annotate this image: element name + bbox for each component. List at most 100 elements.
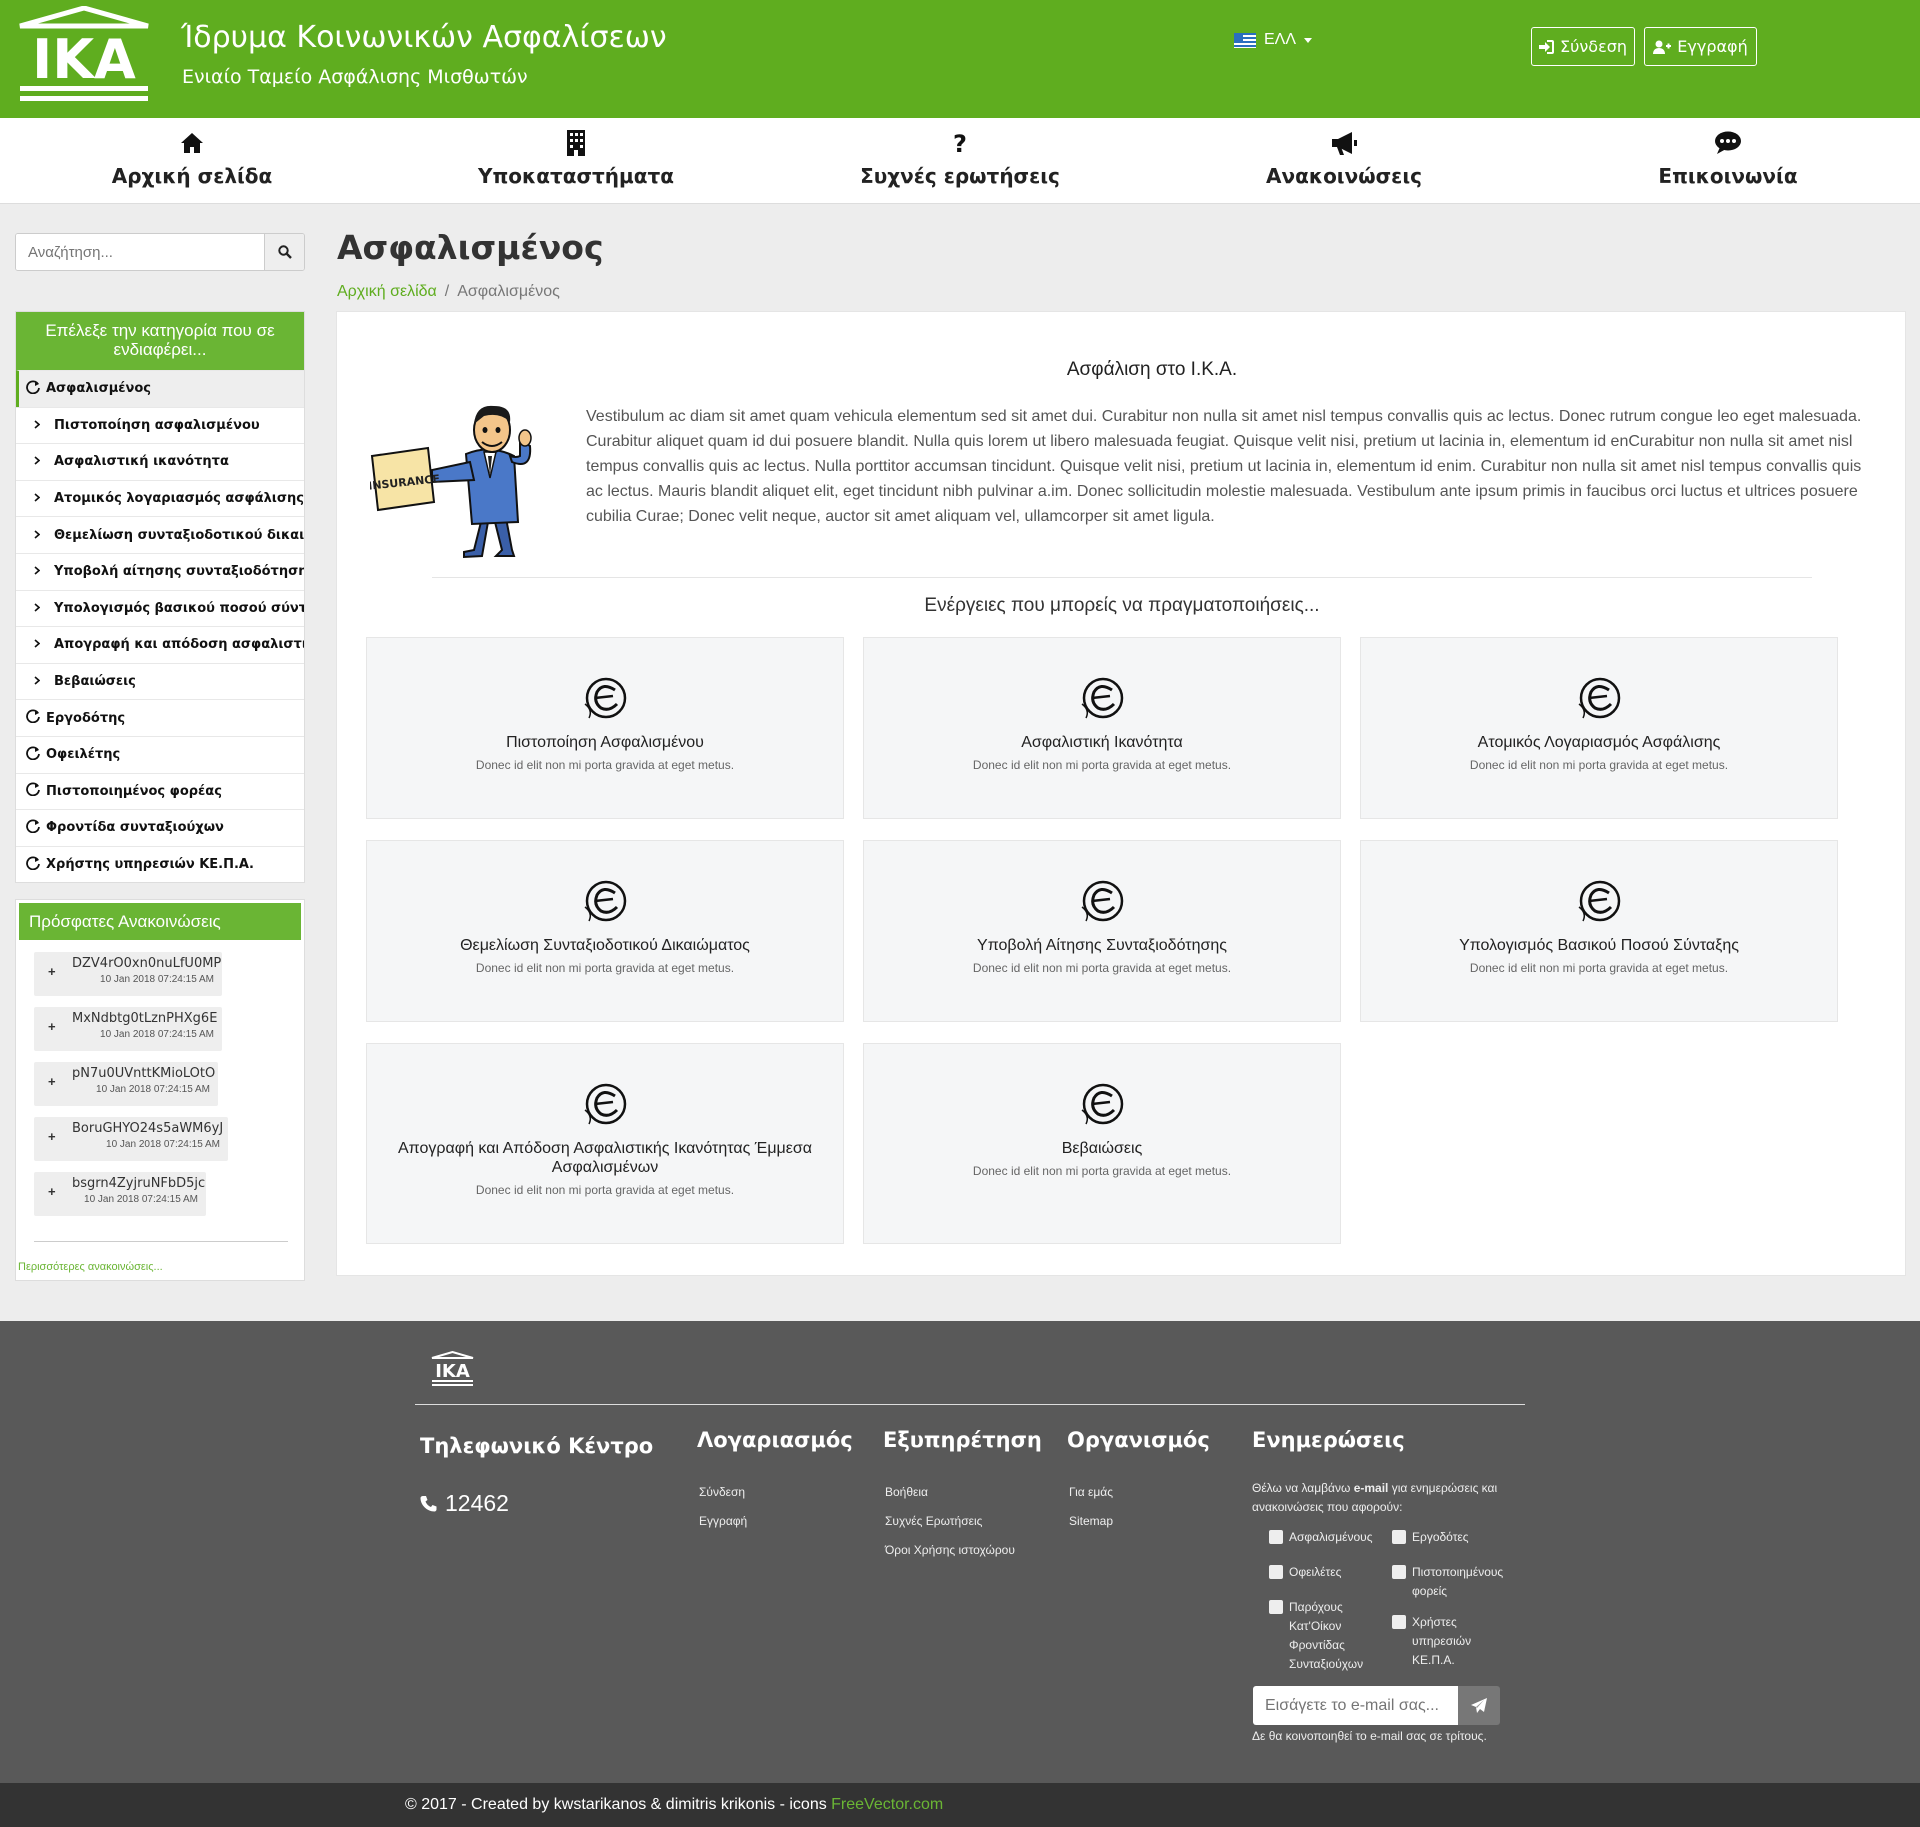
freevector-link[interactable]: FreeVector.com [831, 1796, 943, 1813]
subscribe-button[interactable] [1458, 1686, 1500, 1725]
footer-link-register[interactable]: Εγγραφή [699, 1514, 747, 1528]
user-plus-icon [1653, 40, 1672, 54]
language-selector[interactable]: ΕΛΛ [1234, 31, 1313, 49]
service-heading: Εξυπηρέτηση [883, 1428, 1042, 1452]
chevron-right-icon [34, 637, 41, 652]
action-e-icon [864, 1044, 1340, 1133]
checkbox[interactable] [1269, 1565, 1283, 1579]
category-item[interactable]: Πιστοποιημένος φορέας [16, 772, 304, 810]
search-input[interactable] [16, 234, 264, 270]
category-item[interactable]: Πιστοποίηση ασφαλισμένου [16, 406, 304, 444]
action-title: Υποβολή Αίτησης Συνταξιοδότησης [977, 937, 1227, 954]
nav-item-home[interactable]: Αρχική σελίδα [0, 130, 384, 188]
announcement-item[interactable]: + DZV4rO0xn0nuLfU0MP 10 Jan 2018 07:24:15 … [34, 952, 222, 996]
ika-logo[interactable]: IKA [16, 6, 152, 104]
svg-text:?: ? [953, 131, 967, 155]
action-e-icon [864, 638, 1340, 727]
checkbox-kepa-users[interactable]: Χρήστες υπηρεσιών ΚΕ.Π.Α. [1392, 1613, 1492, 1670]
divider [34, 1241, 288, 1242]
page-title: Ασφαλισμένος [337, 228, 604, 267]
footer-link-sitemap[interactable]: Sitemap [1069, 1514, 1113, 1528]
category-item[interactable]: Φροντίδα συνταξιούχων [16, 809, 304, 846]
category-item[interactable]: Χρήστης υπηρεσιών ΚΕ.Π.Α. [16, 845, 304, 883]
checkbox-insured[interactable]: Ασφαλισμένους [1269, 1528, 1387, 1547]
site-subtitle: Ενιαίο Ταμείο Ασφάλισης Μισθωτών [182, 66, 528, 88]
language-label: ΕΛΛ [1264, 31, 1297, 48]
main-nav: Αρχική σελίδα Υποκαταστήματα ? Συχνές ερ… [0, 118, 1920, 204]
divider [432, 577, 1812, 578]
checkbox[interactable] [1269, 1530, 1283, 1544]
announcement-item[interactable]: + pN7u0UVnttKMioLOtO 10 Jan 2018 07:24:15 … [34, 1062, 218, 1106]
action-card[interactable]: Ατομικός Λογαριασμός Ασφάλισης Donec id e… [1360, 637, 1838, 819]
action-e-icon [1361, 638, 1837, 727]
footer-link-terms[interactable]: Όροι Χρήσης ιστοχώρου [885, 1543, 1015, 1557]
footer-ika-logo[interactable]: IKA [430, 1351, 475, 1387]
checkbox-label: Πιστοποιημένους φορείς [1412, 1565, 1504, 1598]
category-item[interactable]: Εργοδότης [16, 699, 304, 736]
category-item[interactable]: Ατομικός λογαριασμός ασφάλισης [16, 479, 304, 517]
refresh-circle-icon [26, 819, 40, 837]
footer-link-faq[interactable]: Συχνές Ερωτήσεις [885, 1514, 982, 1528]
nav-item-announcements[interactable]: Ανακοινώσεις [1152, 130, 1536, 188]
actions-title: Ενέργειες που μπορείς να πραγματοποιήσει… [924, 595, 1320, 616]
nav-item-faq[interactable]: ? Συχνές ερωτήσεις [768, 130, 1152, 188]
refresh-circle-icon [26, 855, 40, 874]
action-description: Donec id elit non mi porta gravida at eg… [972, 1164, 1232, 1178]
nav-item-branches[interactable]: Υποκαταστήματα [384, 130, 768, 188]
login-button[interactable]: Σύνδεση [1531, 27, 1635, 66]
nav-label: Επικοινωνία [1658, 164, 1798, 188]
nav-item-contact[interactable]: Επικοινωνία [1536, 130, 1920, 188]
action-card[interactable]: Απογραφή και Απόδοση Ασφαλιστικής Ικανότ… [366, 1043, 844, 1244]
footer-link-login[interactable]: Σύνδεση [699, 1485, 745, 1499]
action-title: Ασφαλιστική Ικανότητα [1021, 734, 1183, 751]
action-card[interactable]: Υπολογισμός Βασικού Ποσού Σύνταξης Donec … [1360, 840, 1838, 1022]
checkbox-employers[interactable]: Εργοδότες [1392, 1528, 1522, 1547]
action-e-icon [367, 1044, 843, 1133]
breadcrumb-current: Ασφαλισμένος [457, 283, 560, 300]
checkbox[interactable] [1392, 1565, 1406, 1579]
checkbox[interactable] [1392, 1615, 1406, 1629]
register-button[interactable]: Εγγραφή [1644, 27, 1757, 66]
announcement-item[interactable]: + BoruGHYO24s5aWM6yJ 10 Jan 2018 07:24:15 … [34, 1117, 228, 1161]
footer-link-help[interactable]: Βοήθεια [885, 1485, 928, 1499]
refresh-circle-icon [26, 709, 40, 727]
action-e-icon [367, 638, 843, 727]
footer-link-about[interactable]: Για εμάς [1069, 1485, 1113, 1499]
category-item[interactable]: Βεβαιώσεις [16, 662, 304, 700]
sign-in-icon [1538, 39, 1554, 54]
action-card[interactable]: Θεμελίωση Συνταξιοδοτικού Δικαιώματος Don… [366, 840, 844, 1022]
category-item[interactable]: Υποβολή αίτησης συνταξιοδότησης [16, 552, 304, 590]
category-item[interactable]: Θεμελίωση συνταξιοδοτικού δικαιώ... [16, 516, 304, 553]
category-item[interactable]: Οφειλέτης [16, 735, 304, 773]
email-field[interactable] [1253, 1686, 1458, 1725]
breadcrumb-home-link[interactable]: Αρχική σελίδα [337, 283, 437, 301]
checkbox[interactable] [1269, 1600, 1283, 1614]
checkbox-label: Ασφαλισμένους [1289, 1530, 1373, 1544]
category-item[interactable]: Ασφαλιστική ικανότητα [16, 443, 304, 480]
copyright-text: © 2017 - Created by kwstarikanos & dimit… [405, 1796, 943, 1814]
action-card[interactable]: Πιστοποίηση Ασφαλισμένου Donec id elit no… [366, 637, 844, 819]
action-card[interactable]: Υποβολή Αίτησης Συνταξιοδότησης Donec id … [863, 840, 1341, 1022]
category-item[interactable]: Απογραφή και απόδοση ασφαλιστικ... [16, 626, 304, 663]
category-item[interactable]: Υπολογισμός βασικού ποσού σύντα... [16, 589, 304, 627]
checkbox[interactable] [1392, 1530, 1406, 1544]
checkbox-home-care-providers[interactable]: Παρόχους Κατ'Οίκον Φροντίδας Συνταξιούχω… [1269, 1598, 1374, 1674]
announcement-date: 10 Jan 2018 07:24:15 AM [100, 974, 214, 985]
newsletter-form [1253, 1686, 1500, 1725]
checkbox-debtors[interactable]: Οφειλέτες [1269, 1563, 1387, 1582]
search-button[interactable] [264, 234, 304, 270]
paper-plane-icon [1471, 1697, 1487, 1713]
checkbox-certified-bodies[interactable]: Πιστοποιημένους φορείς [1392, 1563, 1522, 1601]
comment-icon [1715, 131, 1741, 154]
category-menu: Επέλεξε την κατηγορία που σε ενδιαφέρει.… [15, 311, 305, 884]
more-announcements-link[interactable]: Περισσότερες ανακοινώσεις... [18, 1261, 163, 1273]
category-item[interactable]: Ασφαλισμένος [16, 370, 304, 407]
action-card[interactable]: Βεβαιώσεις Donec id elit non mi porta gra… [863, 1043, 1341, 1244]
newsletter-desc-text: Θέλω να λαμβάνω [1252, 1481, 1354, 1495]
intro-title: Ασφάλιση στο Ι.Κ.Α. [1066, 359, 1238, 380]
newsletter-description: Θέλω να λαμβάνω e-mail για ενημερώσεις κ… [1252, 1479, 1522, 1517]
action-card[interactable]: Ασφαλιστική Ικανότητα Donec id elit non m… [863, 637, 1341, 819]
action-title: Απογραφή και Απόδοση Ασφαλιστικής Ικανότ… [397, 1140, 813, 1176]
announcement-item[interactable]: + MxNdbtg0tLznPHXg6E 10 Jan 2018 07:24:15 … [34, 1007, 222, 1051]
announcement-item[interactable]: + bsgrn4ZyjruNFbD5jc 10 Jan 2018 07:24:15 … [34, 1172, 206, 1216]
